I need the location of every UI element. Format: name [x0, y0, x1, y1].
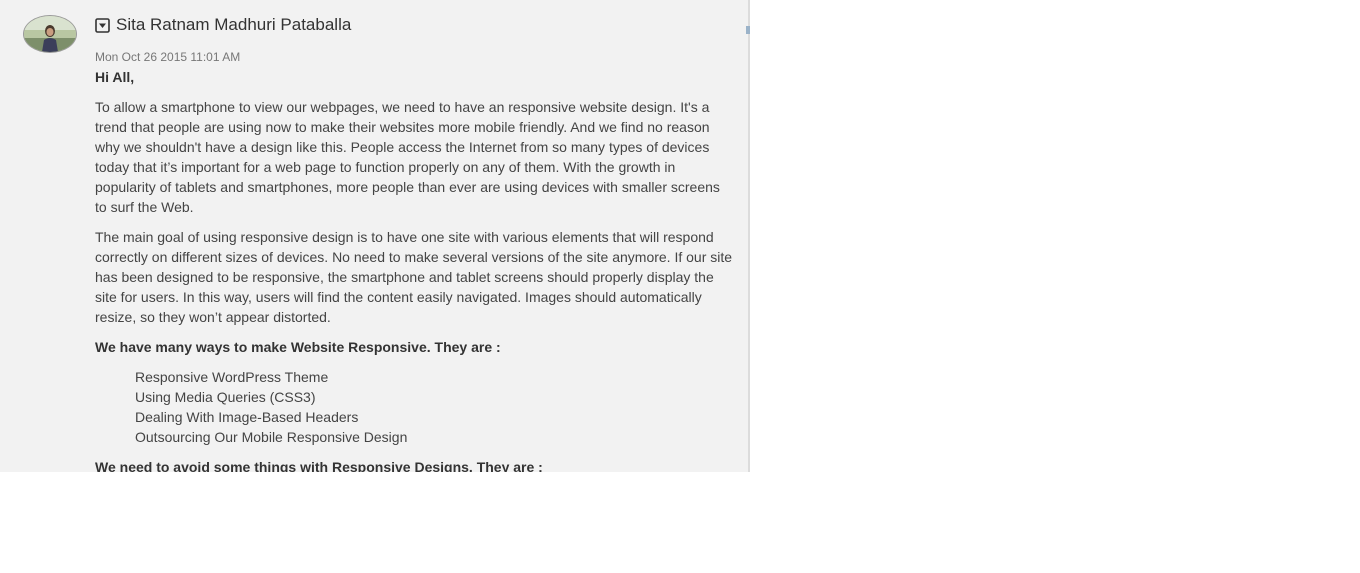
paragraph: To allow a smartphone to view our webpag… — [95, 99, 720, 215]
list-item: Outsourcing Our Mobile Responsive Design — [135, 429, 408, 445]
author-name[interactable]: Sita Ratnam Madhuri Pataballa — [116, 15, 351, 35]
post-header: Sita Ratnam Madhuri Pataballa — [95, 15, 351, 35]
author-avatar[interactable] — [23, 15, 77, 53]
paragraph: The main goal of using responsive design… — [95, 229, 733, 325]
scrollbar-edge[interactable] — [746, 26, 750, 34]
post-body: Hi All, To allow a smartphone to view ou… — [95, 67, 735, 472]
ways-heading: We have many ways to make Website Respon… — [95, 339, 501, 355]
ways-list: Responsive WordPress Theme Using Media Q… — [95, 367, 735, 447]
list-item: Dealing With Image-Based Headers — [135, 409, 359, 425]
post-panel: Sita Ratnam Madhuri Pataballa Mon Oct 26… — [0, 0, 750, 472]
list-item: Responsive WordPress Theme — [135, 369, 329, 385]
dropdown-square-icon[interactable] — [95, 17, 110, 33]
greeting-text: Hi All, — [95, 69, 135, 85]
avatar-photo — [24, 16, 76, 52]
post-timestamp: Mon Oct 26 2015 11:01 AM — [95, 50, 241, 64]
list-item: Using Media Queries (CSS3) — [135, 389, 316, 405]
avoid-heading: We need to avoid some things with Respon… — [95, 459, 543, 472]
